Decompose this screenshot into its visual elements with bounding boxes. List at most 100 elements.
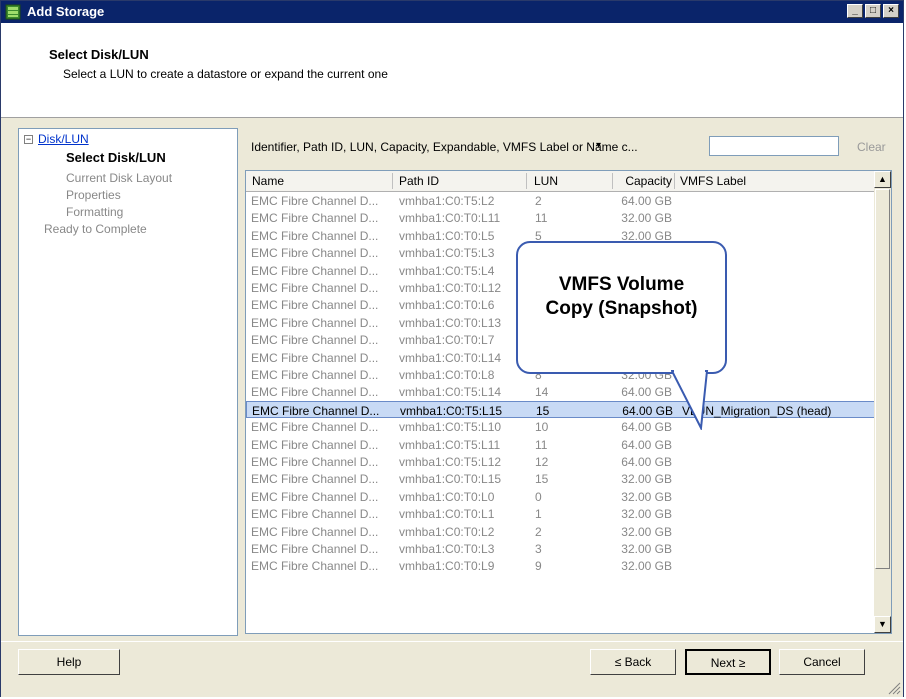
window-title: Add Storage [27,4,105,19]
maximize-button[interactable]: □ [865,4,881,18]
cell-name: EMC Fibre Channel D... [251,524,379,539]
page-title: Select Disk/LUN [49,47,149,62]
vertical-scrollbar[interactable]: ▲ ▼ [874,171,891,633]
wizard-steps-tree: − Disk/LUN Select Disk/LUN Current Disk … [18,128,238,636]
table-row[interactable]: EMC Fibre Channel D... vmhba1:C0:T0:L0 0 32… [246,488,875,505]
step-current-disk-layout: Current Disk Layout [66,171,173,185]
cancel-button[interactable]: Cancel [779,649,865,675]
cell-capacity: 64.00 GB [621,420,672,435]
cell-lun: 15 [535,472,549,487]
cell-name: EMC Fibre Channel D... [251,350,379,365]
cell-capacity: 64.00 GB [622,403,673,418]
cell-name: EMC Fibre Channel D... [251,542,379,556]
cell-path-id: vmhba1:C0:T0:L14 [399,350,502,365]
cell-lun: 15 [536,403,550,418]
title-bar[interactable]: Add Storage _ □ × [1,1,903,23]
clear-filter-link[interactable]: Clear [857,140,886,154]
cell-capacity: 32.00 GB [621,507,672,522]
cell-capacity: 64.00 GB [621,455,672,469]
cell-path-id: vmhba1:C0:T0:L12 [399,281,502,295]
lun-table: Name Path ID LUN Capacity VMFS Label EMC… [245,170,892,634]
cell-path-id: vmhba1:C0:T0:L5 [399,228,495,243]
table-row[interactable]: EMC Fibre Channel D... vmhba1:C0:T0:L1 1 32… [246,505,875,522]
tree-link-disk-lun[interactable]: Disk/LUN [38,132,89,146]
column-header-name[interactable]: Name [252,174,284,188]
cell-capacity: 32.00 GB [621,472,672,487]
cell-name: EMC Fibre Channel D... [252,403,380,418]
cell-name: EMC Fibre Channel D... [251,472,379,487]
cell-lun: 2 [535,524,542,539]
wizard-footer: Help ≤ Back Next ≥ Cancel [1,641,903,697]
cell-name: EMC Fibre Channel D... [251,437,379,452]
cell-path-id: vmhba1:C0:T0:L15 [399,472,502,487]
cell-capacity: 64.00 GB [621,437,672,452]
callout-pointer [671,370,709,430]
cell-path-id: vmhba1:C0:T5:L15 [400,403,503,418]
scrollbar-thumb[interactable] [875,189,890,569]
cell-lun: 14 [535,385,549,400]
table-row[interactable]: EMC Fibre Channel D... vmhba1:C0:T5:L2 2 64… [246,192,875,209]
help-button[interactable]: Help [18,649,120,675]
back-button[interactable]: ≤ Back [590,649,676,675]
cell-name: EMC Fibre Channel D... [251,559,379,574]
filter-dropdown-arrow-icon[interactable]: ▾ [596,140,601,151]
cell-name: EMC Fibre Channel D... [251,420,379,435]
table-row-selected[interactable]: EMC Fibre Channel D... vmhba1:C0:T5:L15 15… [246,400,875,418]
storage-icon [5,4,21,20]
cell-path-id: vmhba1:C0:T5:L4 [399,263,495,278]
cell-name: EMC Fibre Channel D... [251,489,379,504]
cell-name: EMC Fibre Channel D... [251,385,379,400]
table-row[interactable]: EMC Fibre Channel D... vmhba1:C0:T5:L11 11… [246,436,875,453]
column-header-vmfs-label[interactable]: VMFS Label [680,174,746,188]
table-row[interactable]: EMC Fibre Channel D... vmhba1:C0:T5:L12 12… [246,453,875,470]
close-button[interactable]: × [883,4,899,18]
table-row[interactable]: EMC Fibre Channel D... vmhba1:C0:T0:L15 15… [246,470,875,487]
cell-capacity: 32.00 GB [621,524,672,539]
table-row[interactable]: EMC Fibre Channel D... vmhba1:C0:T0:L11 11… [246,209,875,226]
cell-path-id: vmhba1:C0:T0:L3 [399,542,495,556]
next-button[interactable]: Next ≥ [685,649,771,675]
collapse-toggle[interactable]: − [24,135,33,144]
cell-name: EMC Fibre Channel D... [251,194,379,208]
cell-capacity: 32.00 GB [621,489,672,504]
table-row[interactable]: EMC Fibre Channel D... vmhba1:C0:T5:L10 10… [246,418,875,435]
table-row[interactable]: EMC Fibre Channel D... vmhba1:C0:T0:L9 9 32… [246,557,875,574]
cell-capacity: 32.00 GB [621,542,672,556]
column-header-capacity[interactable]: Capacity [618,174,672,188]
scroll-up-arrow-icon[interactable]: ▲ [874,171,891,188]
cell-path-id: vmhba1:C0:T5:L14 [399,385,502,400]
column-header-lun[interactable]: LUN [534,174,558,188]
cell-name: EMC Fibre Channel D... [251,228,379,243]
cell-lun: 1 [535,507,542,522]
cell-lun: 2 [535,194,542,208]
resize-grip-icon[interactable] [887,681,901,695]
cell-lun: 3 [535,542,542,556]
step-properties: Properties [66,188,121,202]
cell-lun: 12 [535,455,549,469]
table-row[interactable]: EMC Fibre Channel D... vmhba1:C0:T0:L2 2 32… [246,523,875,540]
table-row[interactable]: EMC Fibre Channel D... vmhba1:C0:T5:L14 14… [246,383,875,400]
step-ready-to-complete: Ready to Complete [44,222,147,236]
cell-path-id: vmhba1:C0:T5:L10 [399,420,502,435]
callout-line-2: Copy (Snapshot) [545,298,698,319]
cell-capacity: 32.00 GB [621,211,672,226]
cell-path-id: vmhba1:C0:T5:L11 [399,437,501,452]
page-subtitle: Select a LUN to create a datastore or ex… [63,67,388,81]
cell-path-id: vmhba1:C0:T0:L1 [399,507,495,522]
cell-path-id: vmhba1:C0:T0:L11 [399,211,501,226]
cell-path-id: vmhba1:C0:T0:L7 [399,333,495,348]
filter-label: Identifier, Path ID, LUN, Capacity, Expa… [251,140,638,154]
cell-name: EMC Fibre Channel D... [251,246,379,261]
cell-path-id: vmhba1:C0:T0:L2 [399,524,495,539]
table-row[interactable]: EMC Fibre Channel D... vmhba1:C0:T0:L3 3 32… [246,540,875,557]
cell-path-id: vmhba1:C0:T0:L9 [399,559,495,574]
scroll-down-arrow-icon[interactable]: ▼ [874,616,891,633]
cell-lun: 11 [535,211,548,226]
cell-name: EMC Fibre Channel D... [251,333,379,348]
column-header-path-id[interactable]: Path ID [399,174,439,188]
cell-name: EMC Fibre Channel D... [251,507,379,522]
filter-input[interactable] [709,136,839,156]
minimize-button[interactable]: _ [847,4,863,18]
cell-name: EMC Fibre Channel D... [251,298,379,313]
cell-capacity: 64.00 GB [621,385,672,400]
